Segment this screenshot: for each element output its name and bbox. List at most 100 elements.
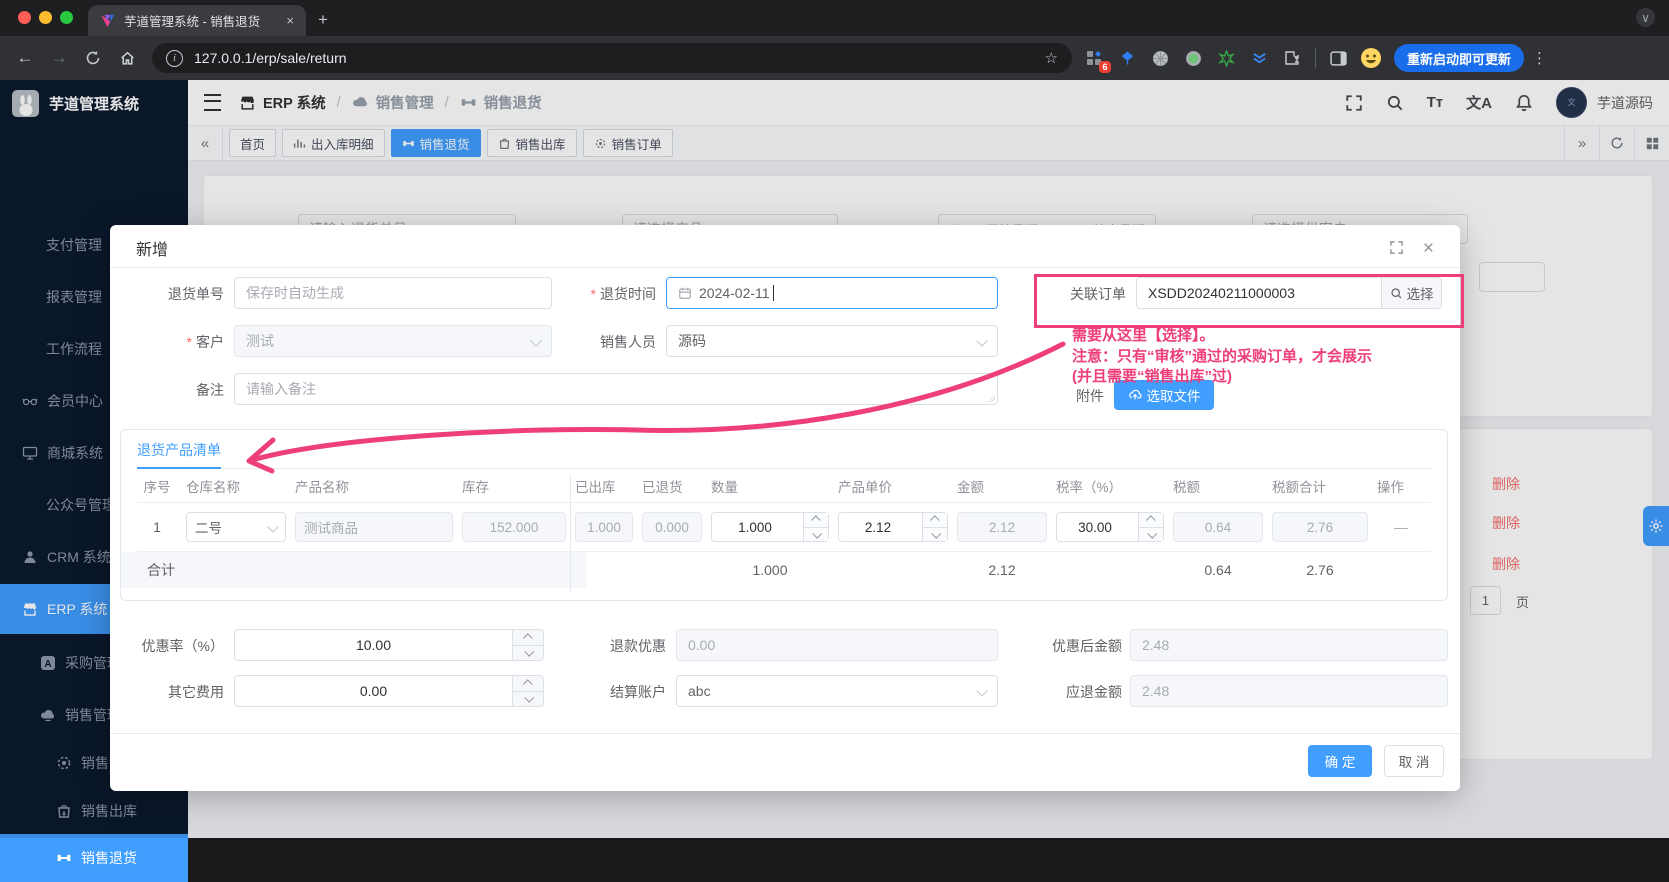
dialog-close-icon[interactable]: ×	[1423, 238, 1434, 260]
url-bar[interactable]: i 127.0.0.1/erp/sale/return ☆	[152, 43, 1072, 73]
refund-amount-input: 2.48	[1130, 675, 1448, 707]
tab-title: 芋道管理系统 - 销售退货	[124, 11, 277, 30]
shipped-input: 1.000	[575, 512, 633, 542]
reload-icon	[85, 50, 101, 66]
step-down-icon[interactable]	[513, 692, 543, 707]
return-products-card: 退货产品清单 序号 仓库名称 产品名称 库存 已出库 已退货 数量 产品单价 金…	[120, 429, 1448, 601]
extension-badge: 6	[1099, 61, 1111, 73]
forward-button[interactable]: →	[42, 48, 76, 68]
sidebar-item-sales-return[interactable]: 销售退货	[0, 834, 188, 882]
highlight-box-related-order	[1034, 274, 1464, 328]
annotation-text: 需要从这里【选择】。 注意：只有“审核”通过的采购订单，才会展示 (并且需要“销…	[1072, 326, 1372, 388]
tax-rate-stepper[interactable]: 30.00	[1056, 512, 1164, 542]
extension-grid-icon[interactable]: 6	[1083, 47, 1105, 69]
customer-label: *客户	[132, 325, 224, 359]
step-down-icon[interactable]	[513, 646, 543, 661]
bookmark-star-icon[interactable]: ☆	[1045, 49, 1058, 67]
product-name-input: 测试商品	[295, 512, 453, 542]
amount-after-discount-input: 2.48	[1130, 629, 1448, 661]
totals-tax-total: 2.76	[1272, 562, 1368, 578]
settle-account-label: 结算账户	[580, 675, 666, 709]
chevron-down-icon	[976, 685, 987, 696]
dialog-footer-divider	[110, 733, 1460, 734]
return-time-value: 2024-02-11	[699, 285, 770, 301]
step-up-icon[interactable]	[1139, 513, 1163, 528]
browser-update-button[interactable]: 重新启动即可更新	[1394, 44, 1524, 72]
window-zoom-button[interactable]	[60, 11, 73, 24]
return-time-input[interactable]: 2024-02-11	[666, 277, 998, 309]
site-info-icon[interactable]: i	[166, 50, 183, 67]
tab-close-icon[interactable]: ×	[286, 13, 294, 28]
reload-button[interactable]	[76, 50, 110, 66]
cancel-button[interactable]: 取 消	[1384, 745, 1444, 777]
extensions-puzzle-icon[interactable]	[1281, 47, 1303, 69]
calendar-icon	[678, 286, 692, 300]
tax-input: 0.64	[1173, 512, 1263, 542]
remark-input[interactable]	[234, 373, 998, 405]
step-up-icon[interactable]	[513, 676, 543, 692]
browser-menu-icon[interactable]: ⋮	[1532, 49, 1547, 67]
app-viewport: 芋道管理系统 支付管理 报表管理 工作流程 会员中心 商城系统 公众号管理 CR…	[0, 80, 1669, 838]
totals-amount: 2.12	[957, 562, 1047, 578]
extension-chevrons-icon[interactable]	[1248, 47, 1270, 69]
returned-input: 0.000	[642, 512, 702, 542]
return-time-label: *退货时间	[570, 277, 656, 311]
totals-qty: 1.000	[711, 562, 829, 578]
side-panel-icon[interactable]	[1327, 47, 1349, 69]
products-table-row: 1 二号 测试商品 152.000 1.000 0.000 1.000 2.12…	[137, 503, 1431, 552]
tab-return-products[interactable]: 退货产品清单	[137, 440, 221, 469]
back-button[interactable]: ←	[8, 48, 42, 68]
bone-icon	[56, 850, 72, 866]
step-down-icon[interactable]	[923, 528, 947, 542]
step-up-icon[interactable]	[923, 513, 947, 528]
extension-gray-icon[interactable]	[1149, 47, 1171, 69]
warehouse-select[interactable]: 二号	[186, 512, 286, 542]
dialog-title: 新增	[136, 236, 168, 260]
other-fee-stepper[interactable]: 0.00	[234, 675, 544, 707]
products-table-header: 序号 仓库名称 产品名称 库存 已出库 已退货 数量 产品单价 金额 税率（%）…	[137, 469, 1431, 503]
other-fee-label: 其它费用	[126, 675, 224, 709]
browser-chrome: 芋道管理系统 - 销售退货 × + ∨ ← → i 127.0.0.1/erp/…	[0, 0, 1669, 80]
extension-star-icon[interactable]	[1215, 47, 1237, 69]
dialog-header: 新增 ×	[110, 225, 1460, 268]
refund-discount-input: 0.00	[676, 629, 998, 661]
salesperson-label: 销售人员	[570, 325, 656, 359]
tab-search-chevron-icon[interactable]: ∨	[1636, 8, 1655, 27]
settle-account-select[interactable]: abc	[676, 675, 998, 707]
chevron-down-icon	[976, 335, 987, 346]
required-asterisk: *	[591, 286, 596, 302]
home-button[interactable]	[110, 50, 144, 67]
browser-tab[interactable]: 芋道管理系统 - 销售退货 ×	[88, 5, 306, 36]
url-text: 127.0.0.1/erp/sale/return	[194, 50, 347, 66]
step-down-icon[interactable]	[804, 528, 828, 542]
totals-tax: 0.64	[1173, 562, 1263, 578]
price-stepper[interactable]: 2.12	[838, 512, 948, 542]
window-minimize-button[interactable]	[39, 11, 52, 24]
chevron-down-icon	[267, 521, 278, 532]
chevron-down-icon	[530, 335, 541, 346]
quantity-stepper[interactable]: 1.000	[711, 512, 829, 542]
amount-input: 2.12	[957, 512, 1047, 542]
stock-input: 152.000	[462, 512, 566, 542]
step-up-icon[interactable]	[804, 513, 828, 528]
new-tab-button[interactable]: +	[318, 10, 328, 30]
salesperson-select[interactable]: 源码	[666, 325, 998, 357]
browser-toolbar: ← → i 127.0.0.1/erp/sale/return ☆ 6	[0, 36, 1669, 80]
discount-rate-label: 优惠率（%）	[126, 629, 224, 663]
upload-cloud-icon	[1128, 388, 1142, 402]
confirm-button[interactable]: 确 定	[1308, 745, 1372, 777]
step-up-icon[interactable]	[513, 630, 543, 646]
refund-discount-label: 退款优惠	[580, 629, 666, 663]
screenshot-root: { "browser": { "tab_title": "芋道管理系统 - 销售…	[0, 0, 1669, 859]
discount-rate-stepper[interactable]: 10.00	[234, 629, 544, 661]
extension-kite-icon[interactable]	[1116, 47, 1138, 69]
home-icon	[119, 50, 136, 67]
remark-label: 备注	[132, 373, 224, 407]
step-down-icon[interactable]	[1139, 528, 1163, 542]
return-no-label: 退货单号	[132, 277, 224, 311]
return-no-input[interactable]	[234, 277, 552, 309]
profile-avatar-emoji[interactable]	[1360, 47, 1382, 69]
window-close-button[interactable]	[18, 11, 31, 24]
extension-green-circle-icon[interactable]	[1182, 47, 1204, 69]
dialog-fullscreen-icon[interactable]	[1389, 240, 1404, 255]
